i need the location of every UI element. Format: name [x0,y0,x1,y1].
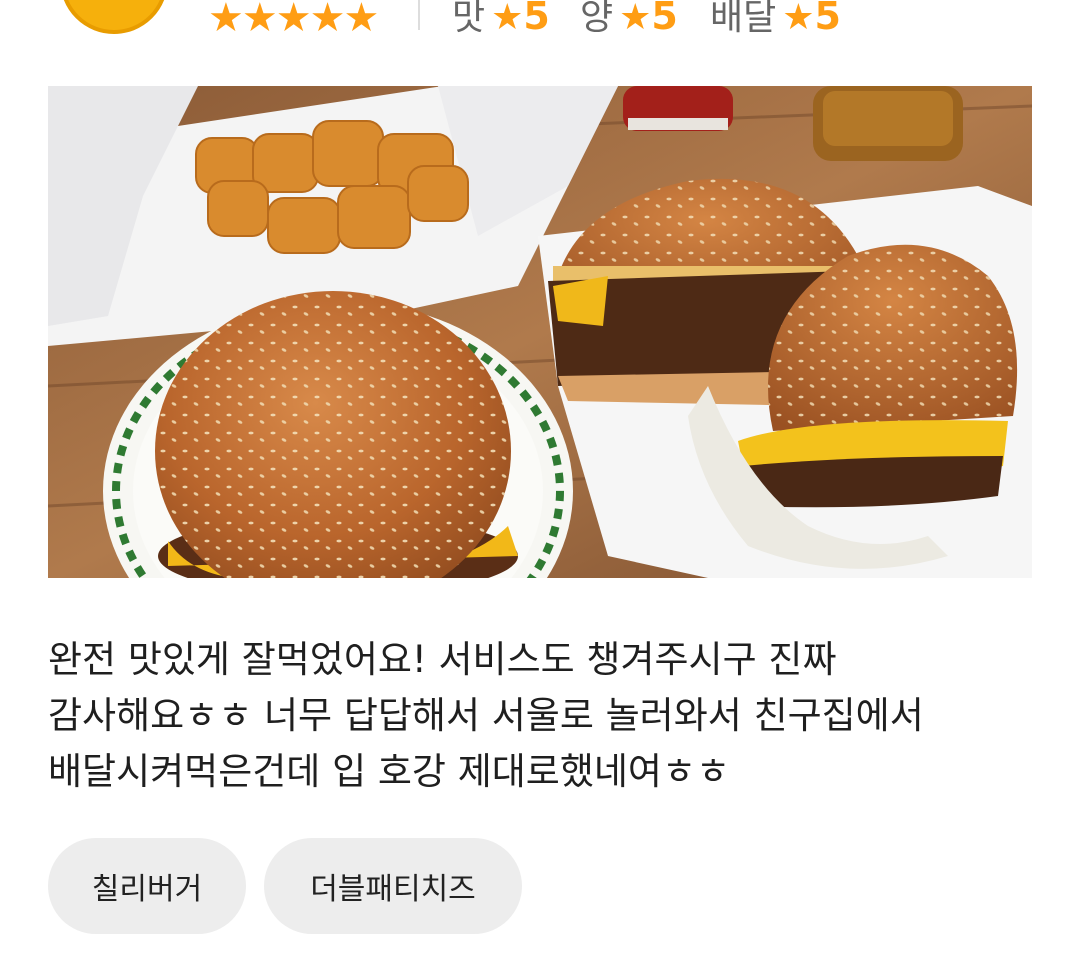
delivery-label: 배달 [710,0,777,38]
menu-tag-label: 더블패티치즈 [310,872,476,907]
rating-divider [418,0,420,30]
rating-row: ★★★★★ 맛 ★5 양 ★5 배달 ★5 [0,0,1080,50]
menu-tag-label: 칠리버거 [91,872,203,907]
star-icon: ★ [782,0,815,38]
taste-score: 5 [523,0,550,38]
taste-rating: 맛 ★5 [452,0,550,38]
overall-rating-stars: ★★★★★ [208,0,379,41]
review-photo[interactable] [48,86,1032,578]
taste-label: 맛 [452,0,486,38]
review-text: 완전 맛있게 잘먹었어요! 서비스도 챙겨주시구 진짜 감사해요ㅎㅎ 너무 답답… [48,638,924,793]
delivery-rating: 배달 ★5 [710,0,841,38]
quantity-label: 양 [580,0,614,38]
quantity-rating: 양 ★5 [580,0,678,38]
quantity-score: 5 [651,0,678,38]
delivery-score: 5 [814,0,841,38]
star-icon: ★ [619,0,652,38]
star-icon: ★ [491,0,524,38]
menu-tag-chili-burger[interactable]: 칠리버거 [48,838,246,934]
menu-tag-double-patty-cheese[interactable]: 더블패티치즈 [264,838,522,934]
user-avatar[interactable] [60,0,168,34]
